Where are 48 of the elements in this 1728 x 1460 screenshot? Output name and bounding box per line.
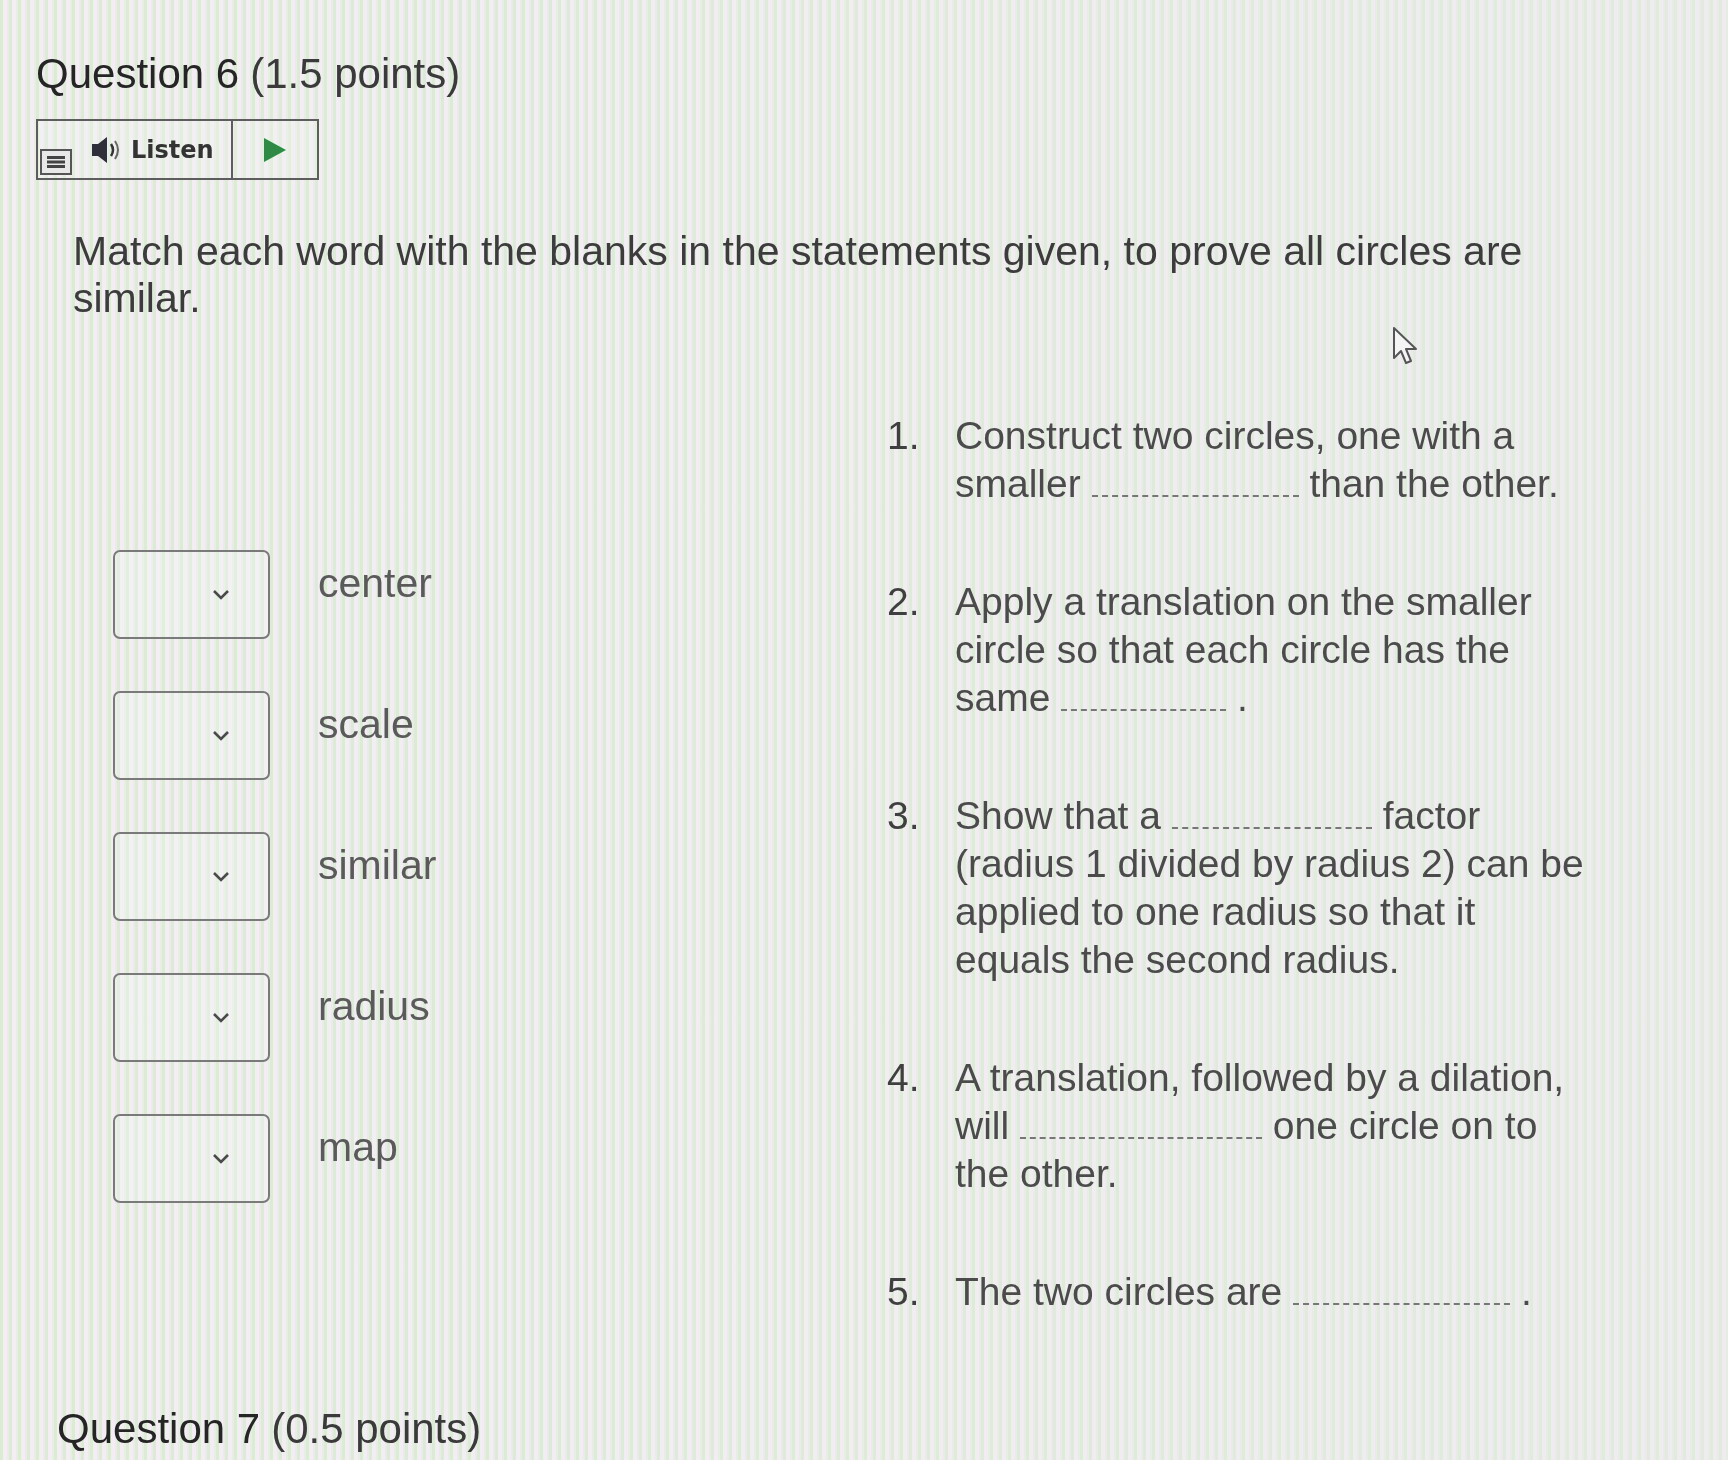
statement-text: Apply a translation on the smaller bbox=[955, 580, 1532, 623]
statement-number: 2. bbox=[887, 579, 921, 625]
statement-text: will bbox=[955, 1104, 1010, 1147]
statement-text: same bbox=[955, 676, 1051, 719]
statement-text: Show that a bbox=[955, 794, 1161, 837]
statement-text: equals the second radius. bbox=[955, 938, 1400, 981]
question-points: (0.5 points) bbox=[271, 1405, 482, 1452]
statement-text: Construct two circles, one with a bbox=[955, 414, 1515, 457]
statement-text: the other. bbox=[955, 1152, 1118, 1195]
chevron-down-icon bbox=[212, 1011, 230, 1024]
dropdown-select[interactable] bbox=[113, 550, 270, 639]
instruction-text: Match each word with the blanks in the statements given, to prove all circles are similar. bbox=[73, 228, 1524, 322]
statement-text: A translation, followed by a dilation, bbox=[955, 1056, 1565, 1099]
dropdown-select[interactable] bbox=[113, 691, 270, 780]
speaker-icon bbox=[90, 134, 121, 165]
statement-number: 3. bbox=[887, 793, 921, 839]
dropdown-select[interactable] bbox=[113, 832, 270, 921]
match-word: radius bbox=[318, 981, 430, 1030]
statement-number: 1. bbox=[887, 413, 921, 459]
statement-text: . bbox=[1520, 1270, 1532, 1313]
dropdown-select[interactable] bbox=[113, 973, 270, 1062]
match-word: center bbox=[318, 558, 432, 607]
statement-text: than the other. bbox=[1309, 462, 1559, 505]
statement-text: smaller bbox=[955, 462, 1081, 505]
question-title: Question 6 bbox=[36, 50, 240, 97]
question-points: (1.5 points) bbox=[250, 50, 461, 97]
statement-text: one circle on to bbox=[1272, 1104, 1538, 1147]
statement-number: 4. bbox=[887, 1055, 921, 1101]
dropdown-select[interactable] bbox=[113, 1114, 270, 1203]
cursor-icon bbox=[1392, 326, 1418, 366]
chevron-down-icon bbox=[212, 729, 230, 742]
statement-number: 5. bbox=[887, 1269, 921, 1315]
statement-text: circle so that each circle has the bbox=[955, 628, 1510, 671]
question-title: Question 7 bbox=[57, 1405, 261, 1452]
list-icon bbox=[40, 149, 72, 175]
chevron-down-icon bbox=[212, 870, 230, 883]
chevron-down-icon bbox=[212, 588, 230, 601]
statement-text: (radius 1 divided by radius 2) can be bbox=[955, 842, 1584, 885]
statement-text: . bbox=[1237, 676, 1248, 719]
listen-button[interactable]: Listen bbox=[72, 121, 233, 178]
match-word: map bbox=[318, 1122, 398, 1171]
chevron-down-icon bbox=[212, 1152, 230, 1165]
match-word: similar bbox=[318, 840, 437, 889]
statement-text: applied to one radius so that it bbox=[955, 890, 1476, 933]
statement-text: The two circles are bbox=[955, 1270, 1283, 1313]
match-word: scale bbox=[318, 699, 414, 748]
statement-text: factor bbox=[1382, 794, 1481, 837]
play-icon bbox=[262, 136, 287, 163]
